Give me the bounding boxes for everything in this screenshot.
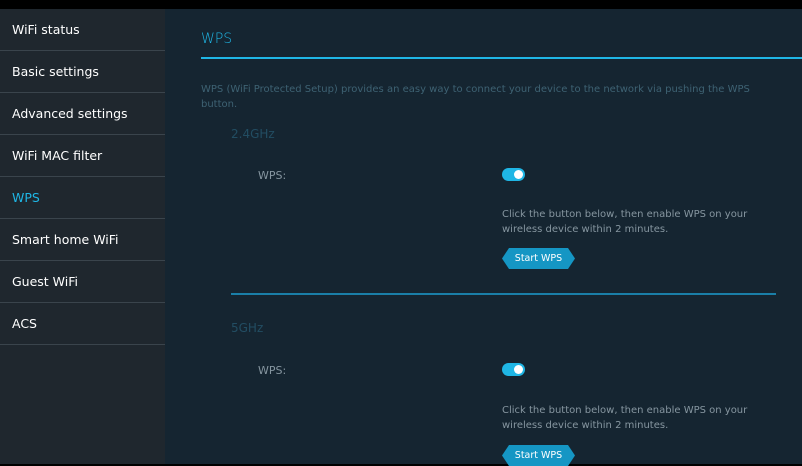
sidebar-item-guest-wifi[interactable]: Guest WiFi — [0, 261, 165, 303]
band-title-5ghz: 5GHz — [231, 321, 264, 335]
page-title: WPS — [201, 31, 233, 47]
band-divider — [231, 293, 776, 295]
toggle-knob — [514, 365, 523, 374]
start-wps-button-2-4ghz[interactable]: Start WPS — [502, 248, 575, 269]
main-panel: WPS WPS (WiFi Protected Setup) provides … — [165, 9, 802, 466]
sidebar: WiFi status Basic settings Advanced sett… — [0, 9, 165, 464]
wps-hint-2-4ghz: Click the button below, then enable WPS … — [502, 209, 748, 235]
wps-description: WPS (WiFi Protected Setup) provides an e… — [201, 84, 750, 110]
sidebar-item-basic-settings[interactable]: Basic settings — [0, 51, 165, 93]
sidebar-item-advanced-settings[interactable]: Advanced settings — [0, 93, 165, 135]
sidebar-item-smart-home-wifi[interactable]: Smart home WiFi — [0, 219, 165, 261]
start-wps-button-5ghz[interactable]: Start WPS — [502, 445, 575, 466]
sidebar-item-wps[interactable]: WPS — [0, 177, 165, 219]
band-title-2-4ghz: 2.4GHz — [231, 127, 275, 141]
wps-toggle-5ghz[interactable] — [502, 363, 525, 376]
wps-label-2-4ghz: WPS: — [258, 169, 287, 182]
wps-hint-5ghz: Click the button below, then enable WPS … — [502, 405, 748, 431]
toggle-knob — [514, 170, 523, 179]
sidebar-item-acs[interactable]: ACS — [0, 303, 165, 345]
wps-label-5ghz: WPS: — [258, 364, 287, 377]
sidebar-item-wifi-mac-filter[interactable]: WiFi MAC filter — [0, 135, 165, 177]
wps-toggle-2-4ghz[interactable] — [502, 168, 525, 181]
sidebar-item-wifi-status[interactable]: WiFi status — [0, 9, 165, 51]
title-divider — [201, 57, 802, 59]
